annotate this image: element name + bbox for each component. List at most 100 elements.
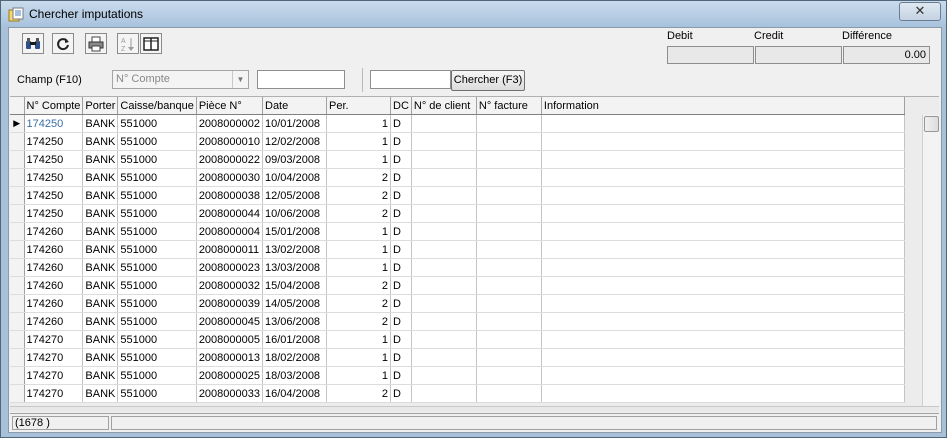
cell-facture[interactable] — [476, 348, 542, 367]
cell-dc[interactable]: D — [390, 132, 412, 151]
filter-value-input[interactable] — [257, 70, 345, 89]
cell-caisse-banque[interactable]: 551000 — [117, 204, 197, 223]
cell-facture[interactable] — [476, 132, 542, 151]
cell-porter[interactable]: BANK — [82, 114, 119, 133]
cell-client[interactable] — [411, 276, 477, 295]
cell-period[interactable]: 1 — [326, 114, 391, 133]
cell-numero-compte[interactable]: 174270 — [24, 348, 84, 367]
col-period[interactable]: Per. — [326, 97, 391, 115]
cell-piece[interactable]: 2008000038 — [196, 186, 264, 205]
search-input[interactable] — [370, 70, 451, 89]
cell-numero-compte[interactable]: 174270 — [24, 384, 84, 403]
cell-porter[interactable]: BANK — [82, 222, 119, 241]
cell-information[interactable] — [541, 366, 905, 385]
cell-information[interactable] — [541, 204, 905, 223]
cell-date[interactable]: 10/01/2008 — [262, 114, 327, 133]
cell-numero-compte[interactable]: 174250 — [24, 186, 84, 205]
cell-caisse-banque[interactable]: 551000 — [117, 222, 197, 241]
table-row[interactable]: 174270 BANK 551000 2008000033 16/04/2008 2 D — [10, 384, 905, 403]
cell-caisse-banque[interactable]: 551000 — [117, 240, 197, 259]
cell-numero-compte[interactable]: 174260 — [24, 240, 84, 259]
cell-porter[interactable]: BANK — [82, 330, 119, 349]
table-row[interactable]: 174260 BANK 551000 2008000045 13/06/2008 2 D — [10, 312, 905, 331]
cell-client[interactable] — [411, 132, 477, 151]
cell-client[interactable] — [411, 240, 477, 259]
cell-date[interactable]: 15/01/2008 — [262, 222, 327, 241]
cell-facture[interactable] — [476, 312, 542, 331]
cell-client[interactable] — [411, 186, 477, 205]
cell-dc[interactable]: D — [390, 258, 412, 277]
cell-period[interactable]: 2 — [326, 294, 391, 313]
search-button[interactable]: Chercher (F3) — [451, 70, 525, 91]
cell-information[interactable] — [541, 330, 905, 349]
cell-piece[interactable]: 2008000039 — [196, 294, 264, 313]
horizontal-scrollbar[interactable] — [10, 406, 939, 412]
cell-numero-compte[interactable]: 174250 — [24, 168, 84, 187]
cell-dc[interactable]: D — [390, 114, 412, 133]
refresh-button[interactable] — [52, 33, 74, 54]
cell-date[interactable]: 14/05/2008 — [262, 294, 327, 313]
table-row[interactable]: 174250 BANK 551000 2008000044 10/06/2008 2 D — [10, 204, 905, 223]
cell-piece[interactable]: 2008000022 — [196, 150, 264, 169]
table-row[interactable]: 174270 BANK 551000 2008000013 18/02/2008 1 D — [10, 348, 905, 367]
cell-period[interactable]: 1 — [326, 222, 391, 241]
cell-client[interactable] — [411, 384, 477, 403]
cell-piece[interactable]: 2008000023 — [196, 258, 264, 277]
cell-dc[interactable]: D — [390, 366, 412, 385]
cell-porter[interactable]: BANK — [82, 276, 119, 295]
cell-piece[interactable]: 2008000025 — [196, 366, 264, 385]
cell-date[interactable]: 16/01/2008 — [262, 330, 327, 349]
cell-facture[interactable] — [476, 114, 542, 133]
cell-client[interactable] — [411, 366, 477, 385]
cell-date[interactable]: 18/03/2008 — [262, 366, 327, 385]
cell-client[interactable] — [411, 204, 477, 223]
cell-piece[interactable]: 2008000033 — [196, 384, 264, 403]
cell-porter[interactable]: BANK — [82, 258, 119, 277]
cell-period[interactable]: 1 — [326, 240, 391, 259]
cell-client[interactable] — [411, 168, 477, 187]
cell-numero-compte[interactable]: 174270 — [24, 366, 84, 385]
cell-piece[interactable]: 2008000011 — [196, 240, 264, 259]
cell-information[interactable] — [541, 168, 905, 187]
cell-piece[interactable]: 2008000013 — [196, 348, 264, 367]
title-bar[interactable]: Chercher imputations ✕ — [1, 1, 946, 27]
cell-date[interactable]: 13/02/2008 — [262, 240, 327, 259]
cell-dc[interactable]: D — [390, 276, 412, 295]
cell-facture[interactable] — [476, 276, 542, 295]
cell-piece[interactable]: 2008000005 — [196, 330, 264, 349]
table-row[interactable]: 174260 BANK 551000 2008000039 14/05/2008 2 D — [10, 294, 905, 313]
cell-period[interactable]: 2 — [326, 384, 391, 403]
cell-client[interactable] — [411, 330, 477, 349]
cell-numero-compte[interactable]: 174260 — [24, 294, 84, 313]
cell-information[interactable] — [541, 222, 905, 241]
cell-facture[interactable] — [476, 330, 542, 349]
cell-caisse-banque[interactable]: 551000 — [117, 150, 197, 169]
cell-dc[interactable]: D — [390, 222, 412, 241]
cell-piece[interactable]: 2008000044 — [196, 204, 264, 223]
cell-caisse-banque[interactable]: 551000 — [117, 276, 197, 295]
col-information[interactable]: Information — [541, 97, 905, 115]
cell-facture[interactable] — [476, 186, 542, 205]
cell-period[interactable]: 1 — [326, 132, 391, 151]
col-date[interactable]: Date — [262, 97, 327, 115]
cell-numero-compte[interactable]: 174250 — [24, 150, 84, 169]
cell-client[interactable] — [411, 258, 477, 277]
table-row[interactable]: ▶ 174250 BANK 551000 2008000002 10/01/2008 1 D — [10, 114, 905, 133]
cell-dc[interactable]: D — [390, 204, 412, 223]
cell-numero-compte[interactable]: 174260 — [24, 276, 84, 295]
cell-caisse-banque[interactable]: 551000 — [117, 186, 197, 205]
cell-dc[interactable]: D — [390, 330, 412, 349]
cell-date[interactable]: 13/03/2008 — [262, 258, 327, 277]
cell-piece[interactable]: 2008000045 — [196, 312, 264, 331]
scroll-thumb[interactable] — [924, 116, 939, 132]
cell-numero-compte[interactable]: 174260 — [24, 312, 84, 331]
print-button[interactable] — [85, 33, 107, 54]
cell-porter[interactable]: BANK — [82, 204, 119, 223]
cell-period[interactable]: 2 — [326, 276, 391, 295]
find-button[interactable] — [22, 33, 44, 54]
cell-facture[interactable] — [476, 168, 542, 187]
cell-caisse-banque[interactable]: 551000 — [117, 366, 197, 385]
cell-facture[interactable] — [476, 222, 542, 241]
col-client[interactable]: N° de client — [411, 97, 477, 115]
col-piece[interactable]: Pièce N° — [196, 97, 264, 115]
